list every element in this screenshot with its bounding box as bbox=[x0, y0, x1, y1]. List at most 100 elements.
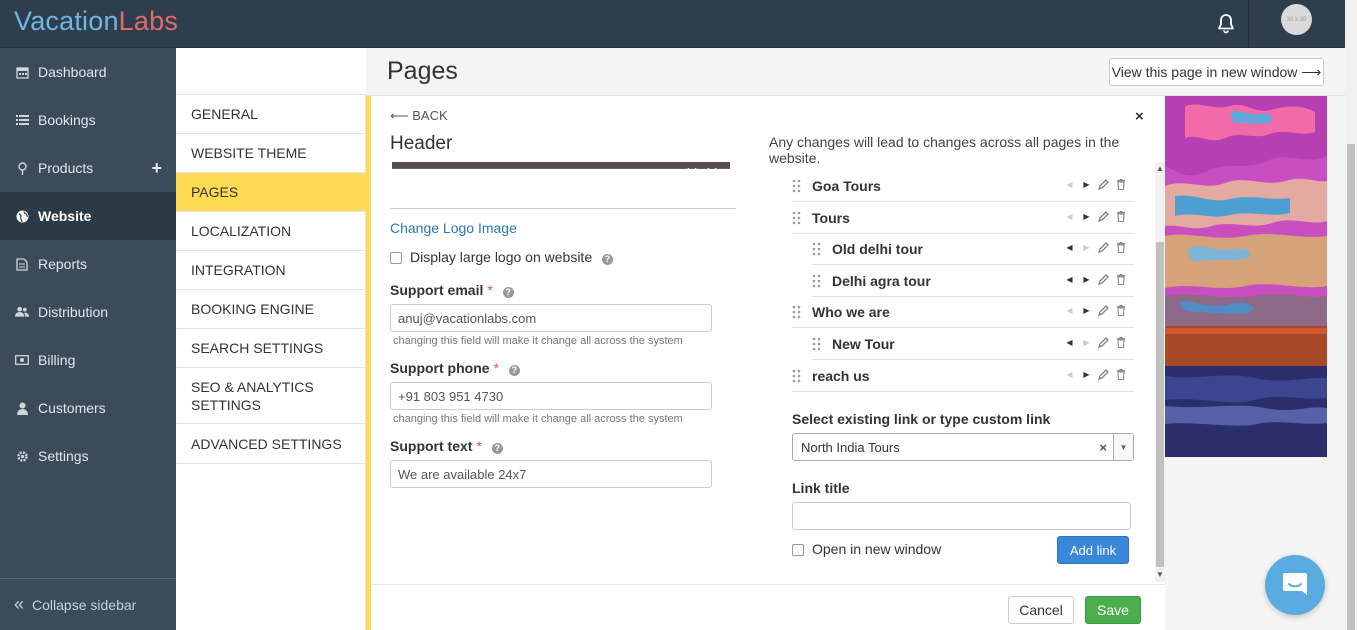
submenu-item-pages[interactable]: PAGES bbox=[176, 173, 366, 212]
drag-handle-icon[interactable] bbox=[792, 369, 802, 383]
cancel-button[interactable]: Cancel bbox=[1008, 596, 1074, 624]
help-icon[interactable]: ? bbox=[502, 287, 514, 298]
move-right-icon[interactable]: ▶ bbox=[1081, 241, 1092, 253]
menu-item-row[interactable]: Delhi agra tour ◀ ▶ bbox=[812, 265, 1134, 297]
edit-icon[interactable] bbox=[1098, 241, 1109, 253]
support-email-label-text: Support email bbox=[390, 282, 484, 298]
menu-item-row[interactable]: New Tour ◀ ▶ bbox=[812, 328, 1134, 360]
menu-item-row[interactable]: Who we are ◀ ▶ bbox=[792, 296, 1134, 328]
new-window-checkbox[interactable] bbox=[792, 544, 804, 556]
collapse-sidebar-button[interactable]: « Collapse sidebar bbox=[0, 578, 176, 630]
move-left-icon[interactable]: ◀ bbox=[1064, 304, 1075, 316]
submenu-item-general[interactable]: GENERAL bbox=[176, 95, 366, 134]
drag-handle-icon[interactable] bbox=[792, 179, 802, 193]
sidebar-item-dashboard[interactable]: Dashboard bbox=[0, 48, 176, 96]
trash-icon[interactable] bbox=[1115, 368, 1126, 380]
view-page-new-window-button[interactable]: View this page in new window ⟶ bbox=[1109, 58, 1324, 86]
scroll-up-icon[interactable]: ▲ bbox=[1155, 164, 1165, 174]
move-left-icon[interactable]: ◀ bbox=[1064, 273, 1075, 285]
clear-icon[interactable]: × bbox=[1099, 440, 1107, 455]
add-product-icon[interactable]: + bbox=[151, 158, 162, 179]
add-link-button[interactable]: Add link bbox=[1057, 536, 1129, 564]
move-right-icon[interactable]: ▶ bbox=[1081, 368, 1092, 380]
support-text-input[interactable]: We are available 24x7 bbox=[390, 460, 712, 488]
move-right-icon[interactable]: ▶ bbox=[1081, 210, 1092, 222]
sidebar-item-billing[interactable]: Billing bbox=[0, 336, 176, 384]
support-email-input[interactable]: anuj@vacationlabs.com bbox=[390, 304, 712, 332]
move-right-icon[interactable]: ▶ bbox=[1081, 178, 1092, 190]
select-link-label: Select existing link or type custom link bbox=[792, 411, 1051, 427]
move-right-icon[interactable]: ▶ bbox=[1081, 336, 1092, 348]
scroll-thumb[interactable] bbox=[1156, 242, 1164, 567]
drag-handle-icon[interactable] bbox=[792, 305, 802, 319]
users-icon bbox=[15, 305, 29, 319]
page-scrollbar[interactable] bbox=[1345, 0, 1357, 630]
trash-icon[interactable] bbox=[1115, 178, 1126, 190]
edit-icon[interactable] bbox=[1098, 210, 1109, 222]
help-icon[interactable]: ? bbox=[491, 443, 503, 454]
trash-icon[interactable] bbox=[1115, 241, 1126, 253]
sidebar-item-label: Settings bbox=[38, 448, 89, 464]
sidebar-item-settings[interactable]: Settings bbox=[0, 432, 176, 480]
panel-scrollbar[interactable]: ▲ ▼ bbox=[1155, 162, 1165, 582]
drag-handle-icon[interactable] bbox=[812, 337, 822, 351]
edit-icon[interactable] bbox=[1098, 304, 1109, 316]
change-logo-link[interactable]: Change Logo Image bbox=[390, 220, 517, 236]
move-left-icon[interactable]: ◀ bbox=[1064, 178, 1075, 190]
website-settings-menu: GENERAL WEBSITE THEME PAGES LOCALIZATION… bbox=[176, 48, 366, 630]
sidebar-item-label: Products bbox=[38, 160, 94, 176]
support-phone-input[interactable]: +91 803 951 4730 bbox=[390, 382, 712, 410]
submenu-item-seo-analytics[interactable]: SEO & ANALYTICS SETTINGS bbox=[176, 368, 366, 424]
scroll-down-icon[interactable]: ▼ bbox=[1155, 570, 1165, 580]
drag-handle-icon[interactable] bbox=[792, 211, 802, 225]
move-left-icon[interactable]: ◀ bbox=[1064, 368, 1075, 380]
sidebar-item-bookings[interactable]: Bookings bbox=[0, 96, 176, 144]
trash-icon[interactable] bbox=[1115, 304, 1126, 316]
vacationlabs-logo[interactable]: VacationLabs bbox=[14, 6, 178, 37]
collapse-sidebar-label: Collapse sidebar bbox=[32, 596, 137, 613]
avatar[interactable]: 30 x 30 bbox=[1281, 4, 1312, 35]
edit-icon[interactable] bbox=[1098, 273, 1109, 285]
link-title-input[interactable] bbox=[792, 502, 1131, 530]
close-icon[interactable]: × bbox=[1135, 108, 1144, 125]
move-left-icon[interactable]: ◀ bbox=[1064, 241, 1075, 253]
move-left-icon[interactable]: ◀ bbox=[1064, 210, 1075, 222]
sidebar-item-products[interactable]: Products + bbox=[0, 144, 176, 192]
submenu-item-website-theme[interactable]: WEBSITE THEME bbox=[176, 134, 366, 173]
move-left-icon[interactable]: ◀ bbox=[1064, 336, 1075, 348]
menu-item-row[interactable]: Tours ◀ ▶ bbox=[792, 202, 1134, 234]
drag-handle-icon[interactable] bbox=[812, 274, 822, 288]
edit-icon[interactable] bbox=[1098, 336, 1109, 348]
trash-icon[interactable] bbox=[1115, 336, 1126, 348]
back-link[interactable]: ⟵ BACK bbox=[390, 108, 448, 124]
submenu-item-booking-engine[interactable]: BOOKING ENGINE bbox=[176, 290, 366, 329]
help-icon[interactable]: ? bbox=[602, 254, 613, 265]
move-right-icon[interactable]: ▶ bbox=[1081, 304, 1092, 316]
drag-handle-icon[interactable] bbox=[812, 242, 822, 256]
large-logo-checkbox[interactable] bbox=[390, 252, 402, 264]
sidebar-item-distribution[interactable]: Distribution bbox=[0, 288, 176, 336]
edit-icon[interactable] bbox=[1098, 368, 1109, 380]
trash-icon[interactable] bbox=[1115, 210, 1126, 222]
chat-launcher-button[interactable] bbox=[1265, 555, 1325, 615]
chevron-down-icon[interactable]: ▼ bbox=[1113, 434, 1133, 460]
edit-icon[interactable] bbox=[1098, 178, 1109, 190]
page-scroll-thumb[interactable] bbox=[1347, 144, 1355, 630]
move-right-icon[interactable]: ▶ bbox=[1081, 273, 1092, 285]
sidebar-item-customers[interactable]: Customers bbox=[0, 384, 176, 432]
link-select[interactable]: North India Tours × ▼ bbox=[792, 433, 1134, 461]
submenu-item-search-settings[interactable]: SEARCH SETTINGS bbox=[176, 329, 366, 368]
sidebar-item-reports[interactable]: Reports bbox=[0, 240, 176, 288]
save-button[interactable]: Save bbox=[1085, 596, 1141, 624]
submenu-item-advanced-settings[interactable]: ADVANCED SETTINGS bbox=[176, 424, 366, 464]
bell-icon[interactable] bbox=[1214, 12, 1238, 36]
menu-item-tools: ◀ ▶ bbox=[1064, 210, 1126, 222]
menu-item-row[interactable]: Old delhi tour ◀ ▶ bbox=[812, 233, 1134, 265]
trash-icon[interactable] bbox=[1115, 273, 1126, 285]
submenu-item-integration[interactable]: INTEGRATION bbox=[176, 251, 366, 290]
sidebar-item-website[interactable]: Website bbox=[0, 192, 176, 240]
menu-item-row[interactable]: reach us ◀ ▶ bbox=[792, 360, 1134, 392]
submenu-item-localization[interactable]: LOCALIZATION bbox=[176, 212, 366, 251]
menu-item-row[interactable]: Goa Tours ◀ ▶ bbox=[792, 170, 1134, 202]
help-icon[interactable]: ? bbox=[508, 365, 520, 376]
